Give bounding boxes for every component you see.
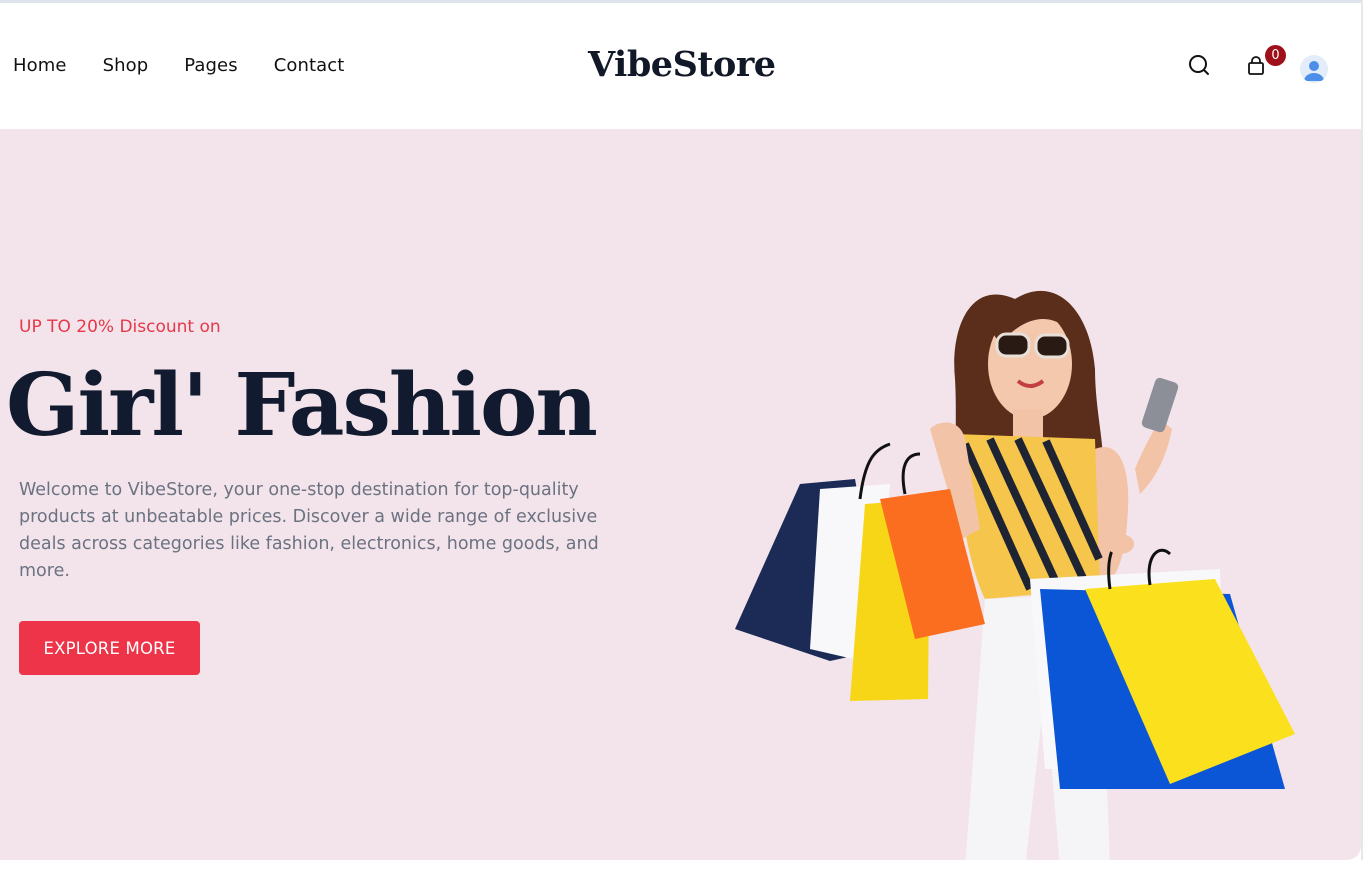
header-actions: 0 bbox=[1186, 45, 1336, 84]
user-avatar-icon[interactable] bbox=[1300, 55, 1328, 83]
search-icon[interactable] bbox=[1188, 54, 1212, 78]
brand-logo[interactable]: VibeStore bbox=[588, 44, 776, 85]
hero-eyebrow: UP TO 20% Discount on bbox=[19, 317, 221, 337]
shopping-bag-icon[interactable] bbox=[1246, 55, 1266, 77]
main-nav: Home Shop Pages Contact bbox=[13, 55, 380, 76]
hero-image-woman-shopping bbox=[735, 290, 1295, 860]
nav-home[interactable]: Home bbox=[13, 55, 67, 76]
nav-contact[interactable]: Contact bbox=[274, 55, 345, 76]
hero-description: Welcome to VibeStore, your one-stop dest… bbox=[19, 480, 599, 581]
nav-shop[interactable]: Shop bbox=[103, 55, 149, 76]
cart-count-badge: 0 bbox=[1265, 45, 1286, 66]
hero-banner: UP TO 20% Discount on Girl' Fashion Welc… bbox=[0, 129, 1361, 860]
hero-title: Girl' Fashion bbox=[6, 355, 598, 456]
explore-more-button[interactable]: EXPLORE MORE bbox=[19, 621, 200, 675]
nav-pages[interactable]: Pages bbox=[184, 55, 237, 76]
site-header: Home Shop Pages Contact VibeStore 0 bbox=[0, 3, 1361, 129]
